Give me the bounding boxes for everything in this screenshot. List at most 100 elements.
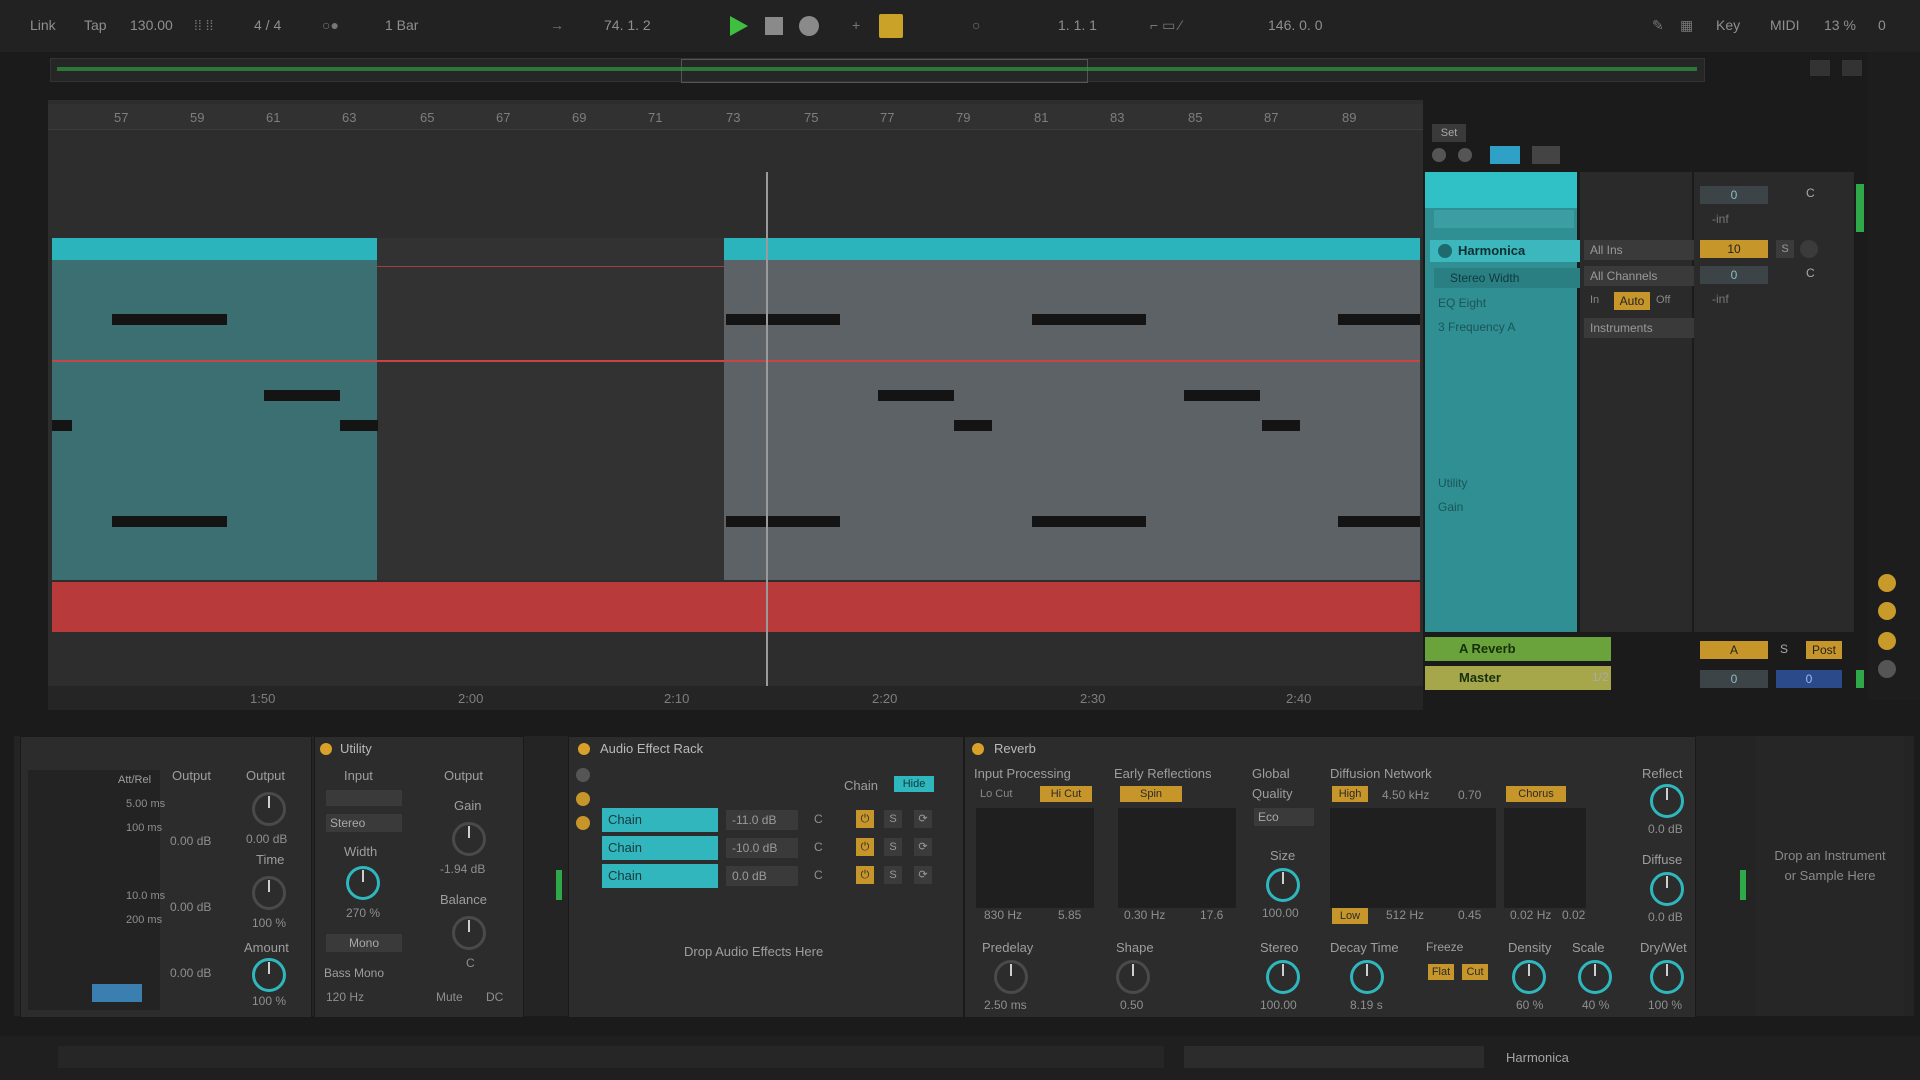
return-solo-button[interactable]: S [1780, 642, 1788, 656]
dc-button[interactable]: DC [486, 990, 503, 1004]
automation-envelope-segment[interactable] [377, 266, 724, 267]
device-title[interactable]: Utility [340, 738, 372, 760]
midi-note[interactable] [112, 516, 227, 527]
pan-field[interactable]: C [1806, 186, 1815, 200]
hide-button[interactable]: Hide [894, 776, 934, 792]
arrangement-overview[interactable] [50, 58, 1705, 83]
midi-note[interactable] [264, 390, 340, 401]
diffuse-knob[interactable] [1650, 872, 1684, 906]
chain-hot-swap[interactable]: ⟳ [914, 838, 932, 856]
chain-pan[interactable]: C [814, 840, 823, 854]
clip-header[interactable] [724, 238, 1420, 260]
quantize-select[interactable]: 1 Bar [385, 17, 418, 33]
chain-solo[interactable]: S [884, 838, 902, 856]
decay-knob[interactable] [1350, 960, 1384, 994]
filter-freq-value[interactable]: 830 Hz [984, 908, 1022, 922]
midi-note[interactable] [878, 390, 954, 401]
solo-button[interactable]: S [1776, 240, 1794, 258]
midi-note[interactable] [340, 420, 378, 431]
chorus-freq-value[interactable]: 0.02 Hz [1510, 908, 1551, 922]
automation-arm-button[interactable] [879, 14, 903, 38]
monitor-auto-button[interactable]: Auto [1614, 292, 1650, 310]
automation-param[interactable]: EQ Eight [1438, 296, 1486, 310]
amount-knob[interactable] [252, 958, 286, 992]
input-type-select[interactable]: All Ins [1584, 240, 1694, 260]
track-number-button[interactable]: 10 [1700, 240, 1768, 258]
mode-buttons[interactable] [92, 984, 142, 1002]
midi-clip[interactable] [52, 238, 377, 580]
channel-mode-select[interactable]: Stereo [326, 814, 402, 832]
output-knob[interactable] [252, 792, 286, 826]
overdub-icon[interactable]: + [852, 17, 860, 33]
track-pan-field[interactable]: C [1806, 266, 1815, 280]
chain-hot-swap[interactable]: ⟳ [914, 810, 932, 828]
drop-instrument-area[interactable]: Drop an Instrument or Sample Here [1756, 736, 1904, 1016]
filter-q-value[interactable]: 5.85 [1058, 908, 1081, 922]
mono-button[interactable]: Mono [326, 934, 402, 952]
device-on-icon[interactable] [972, 743, 984, 755]
automation-param[interactable]: Gain [1438, 500, 1463, 514]
midi-note[interactable] [1338, 516, 1420, 527]
overview-collapse-icon[interactable] [1810, 60, 1830, 76]
automation-device-chooser[interactable]: Stereo Width [1434, 268, 1590, 288]
device-on-icon[interactable] [578, 743, 590, 755]
low-freq-value[interactable]: 512 Hz [1386, 908, 1424, 922]
return-post-button[interactable]: Post [1806, 641, 1842, 659]
midi-note[interactable] [1338, 314, 1420, 325]
att-value-2[interactable]: 10.0 ms [126, 890, 165, 902]
device-on-icon[interactable] [320, 743, 332, 755]
midi-note[interactable] [1032, 314, 1146, 325]
loop-icon[interactable]: ○ [972, 17, 980, 33]
output-value[interactable]: 0.00 dB [170, 834, 211, 848]
stereo-knob[interactable] [1266, 960, 1300, 994]
time-knob[interactable] [252, 876, 286, 910]
midi-clip[interactable] [724, 238, 1420, 580]
output-value[interactable]: 0.00 dB [170, 966, 211, 980]
low-amount-value[interactable]: 0.45 [1458, 908, 1481, 922]
master-output-select[interactable]: 1/2 [1592, 670, 1609, 684]
midi-note[interactable] [954, 420, 992, 431]
device-title[interactable]: Reverb [994, 738, 1036, 760]
drop-effects-area[interactable]: Drop Audio Effects Here [684, 944, 823, 959]
automation-envelope[interactable] [52, 360, 1420, 362]
width-knob[interactable] [346, 866, 380, 900]
record-mode-icon[interactable]: ○● [322, 17, 339, 33]
master-track[interactable]: Master [1425, 666, 1611, 690]
output-value[interactable]: 0.00 dB [170, 900, 211, 914]
rack-devices-icon[interactable] [576, 816, 590, 830]
return-track-reverb[interactable]: A Reverb [1425, 637, 1611, 661]
master-volume-field[interactable]: 0 [1700, 670, 1768, 688]
midi-note[interactable] [52, 420, 72, 431]
key-map-button[interactable]: Key [1716, 17, 1740, 33]
high-amount-value[interactable]: 0.70 [1458, 788, 1481, 802]
input-filter-graph[interactable] [976, 808, 1094, 908]
spin-button[interactable]: Spin [1120, 786, 1182, 802]
stop-button[interactable] [765, 17, 783, 35]
chain-item[interactable]: Chain [602, 836, 718, 860]
crossfader-toggle-icon[interactable] [1878, 660, 1896, 678]
chorus-button[interactable]: Chorus [1506, 786, 1566, 802]
fold-icon[interactable] [1432, 148, 1446, 162]
return-send-button[interactable]: A [1700, 641, 1768, 659]
record-button[interactable] [799, 16, 819, 36]
chain-pan[interactable]: C [814, 868, 823, 882]
flat-button[interactable]: Flat [1428, 964, 1454, 980]
high-shelf-button[interactable]: High [1332, 786, 1368, 802]
bass-mono-freq[interactable]: 120 Hz [326, 990, 364, 1004]
chain-volume[interactable]: -10.0 dB [726, 838, 798, 858]
spin-amount-value[interactable]: 17.6 [1200, 908, 1223, 922]
diffusion-graph[interactable] [1330, 808, 1496, 908]
overview-visible-region[interactable] [681, 59, 1088, 83]
device-scroll-bar[interactable] [1184, 1046, 1484, 1068]
automation-view-icon[interactable] [1490, 146, 1520, 164]
reflect-knob[interactable] [1650, 784, 1684, 818]
play-button[interactable] [730, 16, 748, 36]
att-value[interactable]: 5.00 ms [126, 798, 165, 810]
beat-ruler[interactable]: 57 59 61 63 65 67 69 71 73 75 77 79 81 8… [48, 104, 1423, 130]
grid-icon[interactable]: ▦ [1680, 17, 1693, 34]
chain-volume[interactable]: 0.0 dB [726, 866, 798, 886]
chain-pan[interactable]: C [814, 812, 823, 826]
spin-graph[interactable] [1118, 808, 1236, 908]
returns-toggle-icon[interactable] [1878, 632, 1896, 650]
output-select[interactable]: Instruments [1584, 318, 1694, 338]
